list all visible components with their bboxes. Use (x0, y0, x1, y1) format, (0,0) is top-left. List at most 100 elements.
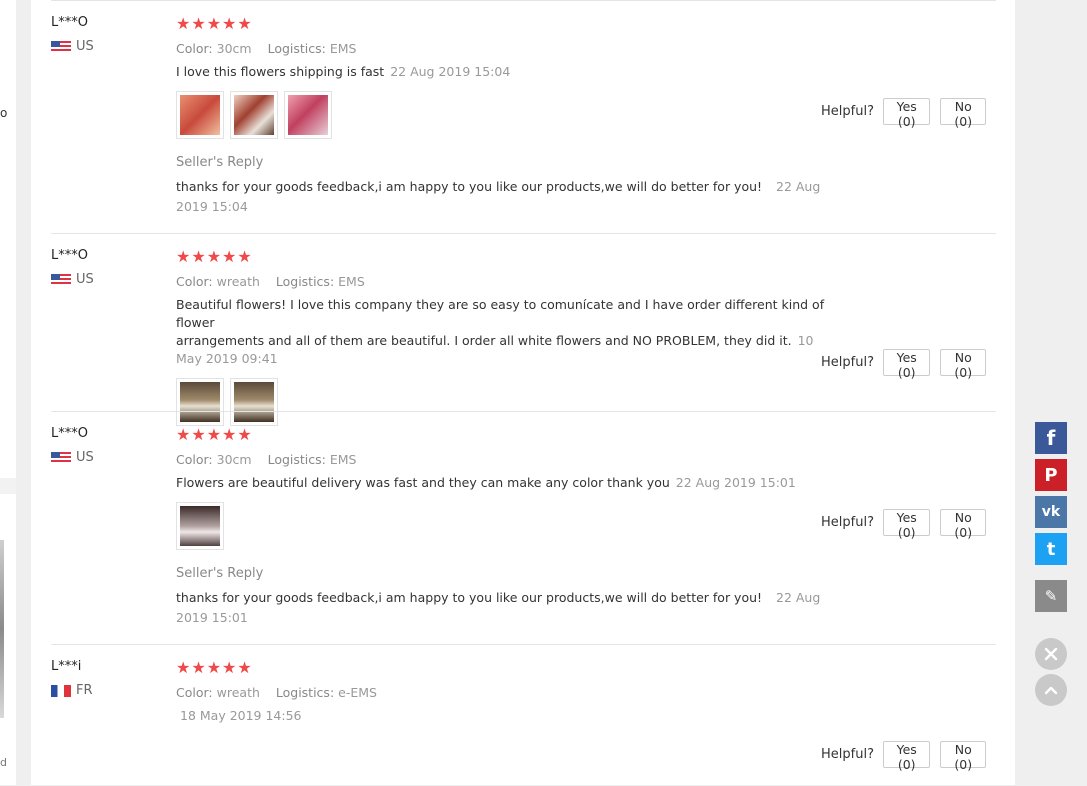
review-photo-thumbnail[interactable] (230, 91, 278, 139)
seller-reply-text: thanks for your goods feedback,i am happ… (176, 177, 836, 217)
country-code: US (76, 450, 94, 465)
review-item: L***O US ★★★★★ Color: 30cm Logistics: EM… (51, 411, 996, 645)
color-label: Color: (176, 685, 213, 700)
fr-flag-icon (51, 684, 71, 697)
review-meta: Color: wreath Logistics: EMS (176, 274, 836, 289)
color-label: Color: (176, 41, 213, 56)
review-body: Flowers are beautiful delivery was fast … (176, 475, 670, 490)
reviewer-info: L***i FR (51, 659, 93, 698)
pinterest-icon: P (1044, 464, 1058, 486)
reviewer-info: L***O US (51, 426, 94, 465)
color-label: Color: (176, 274, 213, 289)
twitter-icon: t (1046, 538, 1056, 560)
reviewer-country: US (51, 39, 94, 54)
helpful-label: Helpful? (821, 747, 874, 762)
review-item: L***O US ★★★★★ Color: 30cm Logistics: EM… (51, 0, 996, 234)
review-photo-thumbnail[interactable] (176, 91, 224, 139)
close-button[interactable] (1035, 638, 1067, 670)
star-rating: ★★★★★ (176, 425, 253, 444)
left-fragment-text: o (0, 106, 8, 120)
us-flag-icon (51, 451, 71, 464)
color-value: wreath (216, 274, 260, 289)
seller-reply-label: Seller's Reply (176, 155, 264, 170)
facebook-icon: f (1046, 426, 1056, 450)
review-text: I love this flowers shipping is fast 22 A… (176, 63, 836, 81)
seller-reply-text: thanks for your goods feedback,i am happ… (176, 588, 836, 628)
review-text: Flowers are beautiful delivery was fast … (176, 474, 836, 492)
vk-share-button[interactable]: vk (1035, 496, 1067, 528)
review-body-line: arrangements and all of them are beautif… (176, 333, 792, 348)
reviewer-name: L***O (51, 248, 88, 263)
country-code: US (76, 39, 94, 54)
review-content: ★★★★★ Color: wreath Logistics: EMS Beaut… (176, 248, 836, 426)
review-item: L***O US ★★★★★ Color: wreath Logistics: … (51, 233, 996, 426)
logistics-value: e-EMS (338, 685, 377, 700)
edit-button[interactable]: ✎ (1035, 580, 1067, 612)
review-content: ★★★★★ Color: 30cm Logistics: EMS Flowers… (176, 426, 836, 628)
close-icon (1044, 647, 1058, 661)
helpful-yes-button[interactable]: Yes (0) (882, 509, 931, 540)
review-content: ★★★★★ Color: 30cm Logistics: EMS I love … (176, 15, 836, 217)
pinterest-share-button[interactable]: P (1035, 459, 1067, 491)
color-label: Color: (176, 452, 213, 467)
color-value: 30cm (216, 452, 252, 467)
logistics-label: Logistics: (267, 452, 326, 467)
back-to-top-button[interactable] (1035, 674, 1067, 706)
reviews-panel: L***O US ★★★★★ Color: 30cm Logistics: EM… (31, 0, 1015, 785)
review-text: 18 May 2019 14:56 (176, 707, 836, 725)
logistics-value: EMS (329, 41, 357, 56)
review-body: I love this flowers shipping is fast (176, 64, 385, 79)
review-text: Beautiful flowers! I love this company t… (176, 296, 836, 368)
helpful-no-button[interactable]: No (0) (940, 98, 986, 129)
country-code: FR (76, 683, 93, 698)
review-photo-thumbnail[interactable] (284, 91, 332, 139)
logistics-label: Logistics: (275, 685, 335, 700)
reviewer-name: L***O (51, 426, 88, 441)
reviewer-name: L***O (51, 15, 88, 30)
color-value: 30cm (216, 41, 252, 56)
helpful-vote: Helpful? Yes (0) No (0) (821, 741, 996, 772)
helpful-label: Helpful? (821, 104, 874, 119)
helpful-no-button[interactable]: No (0) (940, 509, 986, 540)
reviewer-name: L***i (51, 659, 82, 674)
helpful-yes-button[interactable]: Yes (0) (882, 349, 931, 380)
country-code: US (76, 272, 94, 287)
logistics-label: Logistics: (267, 41, 326, 56)
us-flag-icon (51, 40, 71, 53)
helpful-no-button[interactable]: No (0) (940, 349, 986, 380)
helpful-yes-button[interactable]: Yes (0) (882, 98, 931, 129)
left-card (0, 0, 16, 478)
star-rating: ★★★★★ (176, 247, 253, 266)
review-photos (176, 91, 836, 139)
helpful-no-button[interactable]: No (0) (940, 741, 986, 772)
facebook-share-button[interactable]: f (1035, 422, 1067, 454)
review-photo-thumbnail[interactable] (176, 502, 224, 550)
review-meta: Color: wreath Logistics: e-EMS (176, 685, 836, 700)
helpful-label: Helpful? (821, 355, 874, 370)
color-value: wreath (216, 685, 260, 700)
reviewer-info: L***O US (51, 15, 94, 54)
helpful-yes-button[interactable]: Yes (0) (882, 741, 931, 772)
us-flag-icon (51, 273, 71, 286)
review-content: ★★★★★ Color: wreath Logistics: e-EMS 18 … (176, 659, 836, 725)
star-rating: ★★★★★ (176, 658, 253, 677)
helpful-vote: Helpful? Yes (0) No (0) (821, 509, 996, 540)
review-item: L***i FR ★★★★★ Color: wreath Logistics: … (51, 644, 996, 786)
review-meta: Color: 30cm Logistics: EMS (176, 41, 836, 56)
review-date: 18 May 2019 14:56 (180, 708, 302, 723)
left-fragment-text: d (0, 756, 7, 769)
logistics-value: EMS (329, 452, 357, 467)
review-date: 22 Aug 2019 15:01 (675, 475, 796, 490)
seller-reply-label: Seller's Reply (176, 566, 264, 581)
seller-reply-body: thanks for your goods feedback,i am happ… (176, 590, 763, 605)
logistics-label: Logistics: (275, 274, 335, 289)
twitter-share-button[interactable]: t (1035, 533, 1067, 565)
reviewer-country: FR (51, 683, 93, 698)
vk-icon: vk (1041, 504, 1061, 520)
review-date: 22 Aug 2019 15:04 (390, 64, 511, 79)
edit-icon: ✎ (1044, 587, 1058, 605)
left-product-image[interactable] (0, 540, 4, 718)
helpful-vote: Helpful? Yes (0) No (0) (821, 98, 996, 129)
seller-reply-body: thanks for your goods feedback,i am happ… (176, 179, 763, 194)
review-meta: Color: 30cm Logistics: EMS (176, 452, 836, 467)
